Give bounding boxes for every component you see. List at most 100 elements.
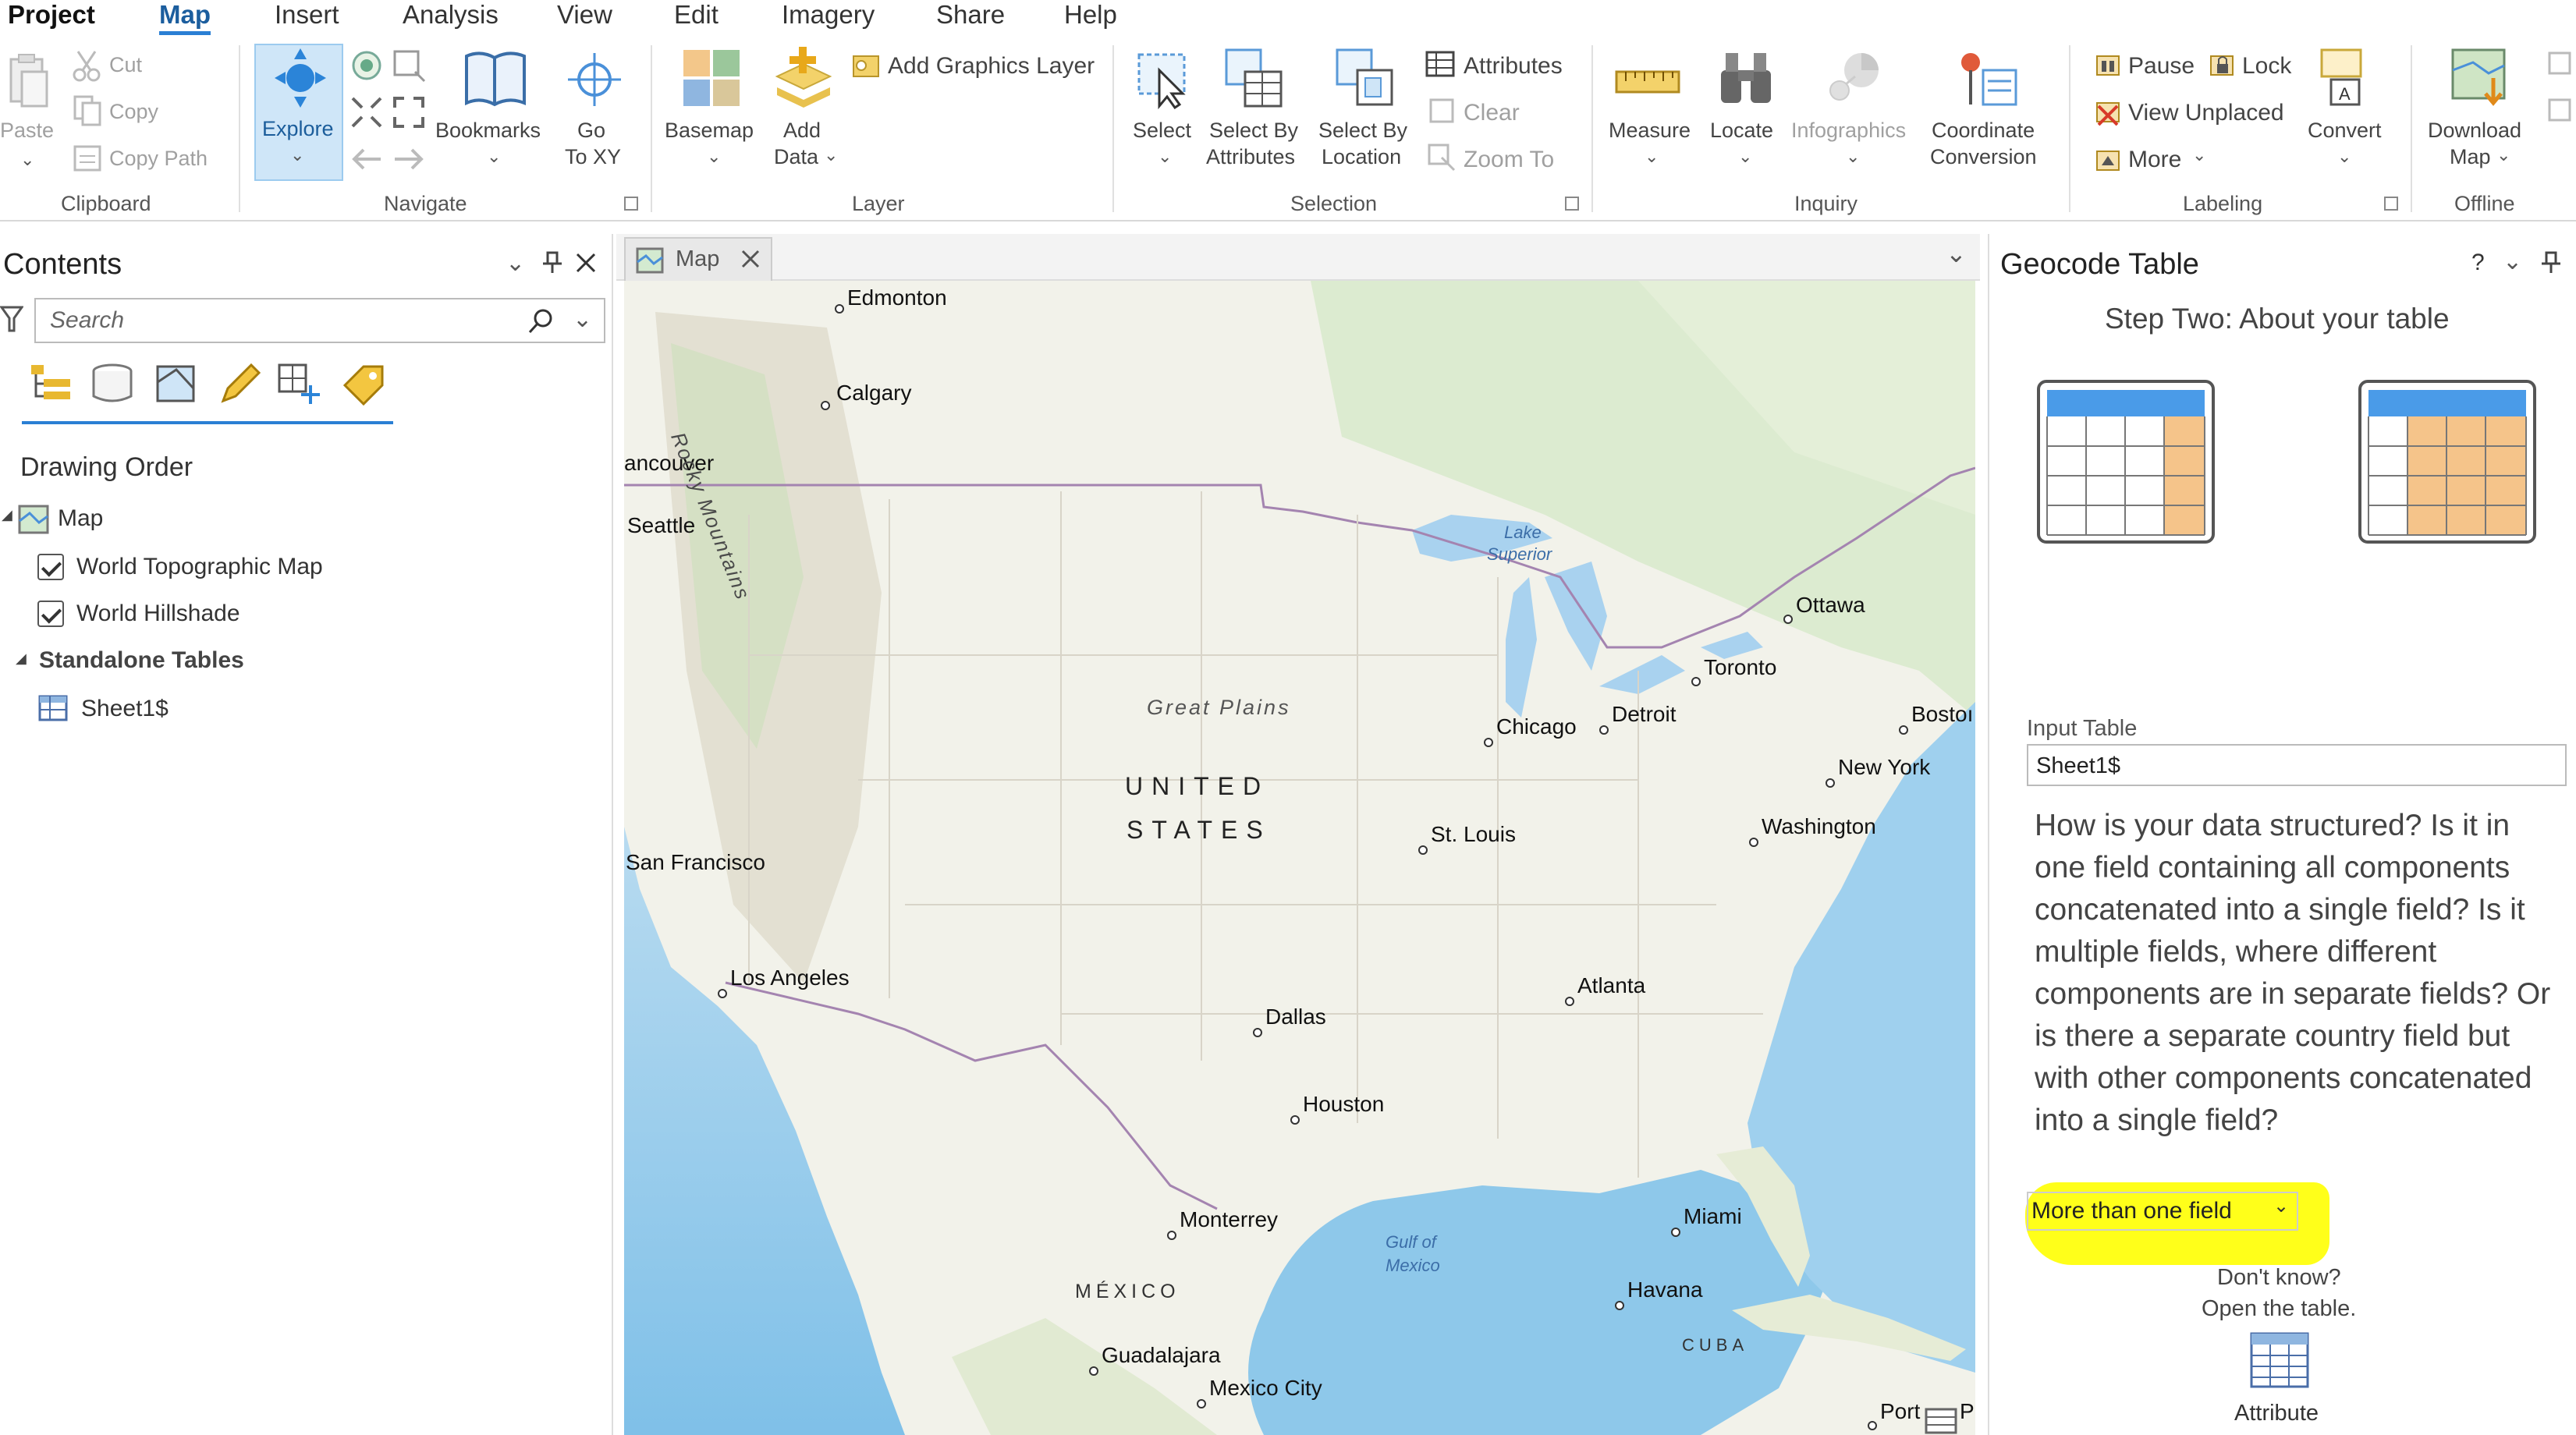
tree-item-world-topographic-map[interactable]: World Topographic Map [76, 554, 323, 580]
table-icon[interactable] [1924, 1407, 1958, 1435]
tab-help[interactable]: Help [1064, 0, 1117, 30]
tree-item-standalone-tables[interactable]: Standalone Tables [39, 647, 244, 674]
clear-button[interactable]: Clear [1464, 100, 1520, 126]
tab-imagery[interactable]: Imagery [782, 0, 875, 30]
chevron-down-icon: ⌄ [487, 147, 502, 166]
cut-button[interactable]: Cut [109, 53, 142, 77]
more-button[interactable]: More [2128, 147, 2181, 173]
binoculars-icon [1721, 53, 1771, 103]
navigate-group-label: Navigate [384, 192, 467, 215]
list-by-snapping-icon[interactable] [276, 362, 323, 406]
input-table-field[interactable]: Sheet1$ [2027, 744, 2567, 786]
attribute-table-button[interactable]: Attribute [2234, 1401, 2319, 1426]
map-view-tab[interactable]: Map [624, 237, 772, 281]
conversion-label: Conversion [1930, 145, 2037, 168]
label-seattle: Seattle [627, 513, 696, 537]
city-point-icon [1691, 677, 1701, 686]
layer-visibility-checkbox[interactable] [37, 601, 64, 627]
tab-analysis[interactable]: Analysis [403, 0, 499, 30]
list-by-drawing-order-icon[interactable] [28, 362, 75, 406]
chevron-down-icon[interactable]: ⌄ [573, 306, 592, 333]
view-unplaced-button[interactable]: View Unplaced [2128, 100, 2284, 126]
dialog-launcher-icon[interactable] [1565, 197, 1579, 211]
attribute-table-icon[interactable] [2248, 1330, 2311, 1390]
collapse-arrow-icon[interactable]: ◢ [2, 507, 12, 523]
tab-insert[interactable]: Insert [275, 0, 339, 30]
zoom-selected-icon[interactable] [392, 48, 426, 83]
explore-button[interactable]: Explore ⌄ [254, 44, 343, 181]
data-structure-dropdown[interactable]: More than one field ⌄ [2027, 1192, 2298, 1231]
select-label: Select [1133, 119, 1192, 142]
pin-icon[interactable] [541, 250, 563, 275]
sync-icon[interactable] [2546, 50, 2574, 78]
infographics-icon [1829, 53, 1879, 101]
search-icon[interactable] [527, 307, 555, 335]
collapse-arrow-icon[interactable]: ◢ [16, 650, 27, 667]
basemap-label: Basemap [665, 119, 754, 142]
copy-path-button[interactable]: Copy Path [109, 147, 208, 171]
menu-bar: Project Map Insert Analysis View Edit Im… [0, 0, 2576, 36]
label-port: Port [1880, 1399, 1921, 1423]
dialog-launcher-icon[interactable] [2384, 197, 2398, 211]
city-point-icon [1253, 1028, 1262, 1037]
list-by-editing-icon[interactable] [215, 362, 262, 406]
structure-question: How is your data structured? Is it in on… [2035, 809, 2551, 1137]
remove-offline-icon[interactable] [2546, 97, 2574, 125]
attributes-button[interactable]: Attributes [1464, 53, 1563, 80]
chevron-down-icon: ⌄ [20, 150, 35, 169]
filter-icon[interactable] [0, 304, 23, 335]
close-icon[interactable] [574, 251, 598, 275]
label-edmonton: Edmonton [847, 285, 947, 310]
help-icon[interactable]: ? [2471, 250, 2485, 276]
tree-item-map[interactable]: Map [58, 505, 103, 532]
bookmarks-icon [465, 51, 526, 107]
label-boston: Bostoı [1911, 702, 1974, 726]
tree-item-sheet1[interactable]: Sheet1$ [81, 696, 169, 722]
copy-button[interactable]: Copy [109, 100, 158, 124]
zoom-to-button[interactable]: Zoom To [1464, 147, 1554, 173]
add-graphics-layer-button[interactable]: Add Graphics Layer [888, 53, 1095, 80]
chevron-down-icon[interactable]: ⌄ [2503, 248, 2522, 275]
previous-extent-icon[interactable] [349, 142, 384, 176]
copy-icon [73, 95, 101, 126]
chevron-down-icon[interactable]: ⌄ [506, 250, 525, 277]
pin-icon[interactable] [2540, 250, 2562, 275]
full-extent-icon[interactable] [349, 48, 384, 83]
list-by-labeling-icon[interactable] [340, 362, 387, 406]
list-by-data-source-icon[interactable] [89, 362, 136, 406]
table-icon [1425, 51, 1455, 77]
list-by-selection-icon[interactable] [153, 362, 200, 406]
layer-group-label: Layer [852, 192, 905, 215]
tab-edit[interactable]: Edit [674, 0, 719, 30]
tab-share[interactable]: Share [936, 0, 1005, 30]
dialog-launcher-icon[interactable] [624, 197, 638, 211]
pause-button[interactable]: Pause [2128, 53, 2195, 80]
next-extent-icon[interactable] [392, 142, 426, 176]
drawing-order-heading: Drawing Order [20, 452, 193, 482]
chevron-down-icon: ⌄ [1738, 147, 1753, 166]
chevron-down-icon[interactable]: ⌄ [1946, 239, 1967, 268]
tab-map[interactable]: Map [159, 0, 211, 35]
city-point-icon [1290, 1115, 1300, 1125]
label-mexico-city: Mexico City [1209, 1376, 1322, 1400]
label-los-angeles: Los Angeles [730, 966, 850, 990]
fixed-zoom-out-icon[interactable] [392, 95, 426, 129]
divider [1112, 45, 1114, 212]
city-point-icon [1671, 1228, 1680, 1237]
toolbar-selected-indicator [22, 421, 393, 424]
tree-item-world-hillshade[interactable]: World Hillshade [76, 601, 240, 627]
map-icon [636, 247, 664, 274]
fixed-zoom-in-icon[interactable] [349, 95, 384, 129]
tab-project[interactable]: Project [8, 0, 95, 30]
label-atlanta: Atlanta [1577, 973, 1646, 997]
layer-visibility-checkbox[interactable] [37, 554, 64, 580]
step-heading: Step Two: About your table [2105, 303, 2450, 335]
close-icon[interactable] [740, 248, 761, 270]
add-label: Add [783, 119, 821, 142]
multiple-fields-table-icon[interactable] [2358, 379, 2537, 544]
open-table-text: Open the table. [2202, 1296, 2357, 1321]
tab-view[interactable]: View [557, 0, 612, 30]
single-field-table-icon[interactable] [2036, 379, 2216, 544]
lock-button[interactable]: Lock [2242, 53, 2291, 80]
map-canvas[interactable]: Edmonton Calgary ancouver Seattle Rocky … [624, 281, 1975, 1435]
